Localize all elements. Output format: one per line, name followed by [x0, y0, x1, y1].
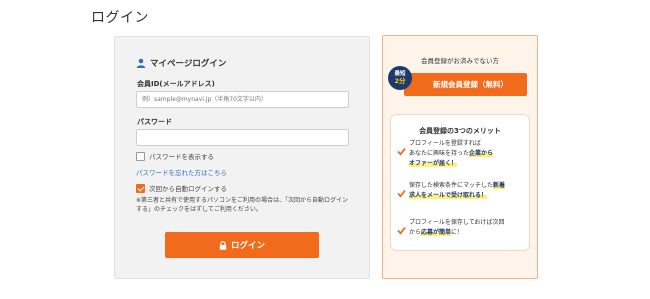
new-register-button[interactable]: 新規会員登録（無料）	[404, 73, 527, 96]
shared-pc-note: ※第三者と共有で使用するパソコンをご利用の場合は、「次回から自動ログインする」の…	[136, 197, 349, 213]
forgot-password-link[interactable]: パスワードを忘れた方はこちら	[136, 167, 227, 177]
email-field[interactable]	[136, 91, 349, 108]
login-button-label: ログイン	[230, 241, 265, 251]
lock-icon	[219, 240, 227, 250]
user-icon	[136, 58, 146, 68]
login-panel: マイページログイン 会員ID(メールアドレス) パスワード パスワードを表示する…	[114, 36, 370, 279]
merit-highlight: 応募が簡単	[421, 229, 452, 236]
auto-login-row[interactable]: 次回から自動ログインする	[136, 183, 227, 193]
login-button[interactable]: ログイン	[165, 232, 319, 258]
check-icon	[397, 189, 406, 198]
show-password-checkbox[interactable]	[136, 151, 145, 161]
check-icon	[397, 147, 406, 156]
merit-item: プロフィールを保存しておけば次回 から応募が簡単に！	[397, 218, 527, 238]
login-heading-label: マイページログイン	[150, 59, 227, 69]
login-heading: マイページログイン	[136, 57, 226, 69]
show-password-row[interactable]: パスワードを表示する	[136, 151, 214, 161]
merit-post: に！	[451, 229, 464, 236]
merit-text: 保存した検索条件にマッチした新着 求人をメールで受け取れる！	[409, 181, 506, 201]
merit-item: プロフィールを登録すれば あなたに興味を持った企業から オファーが届く！	[397, 139, 527, 169]
merit-pre: 保存した検索条件にマッチした	[409, 182, 494, 189]
email-label: 会員ID(メールアドレス)	[137, 80, 215, 88]
register-panel: 会員登録がお済みでない方 新規会員登録（無料） 最短 2分 会員登録の3つのメリ…	[382, 35, 538, 279]
auto-login-checkbox[interactable]	[136, 183, 145, 193]
register-title: 会員登録がお済みでない方	[421, 57, 499, 65]
merit-text: プロフィールを保存しておけば次回 から応募が簡単に！	[409, 218, 505, 238]
merit-item: 保存した検索条件にマッチした新着 求人をメールで受け取れる！	[397, 181, 527, 201]
merit-box: 会員登録の3つのメリット プロフィールを登録すれば あなたに興味を持った企業から…	[390, 114, 530, 251]
password-label: パスワード	[137, 118, 172, 126]
check-icon	[397, 226, 406, 235]
merit-title: 会員登録の3つのメリット	[419, 127, 501, 135]
time-badge-bottom: 2分	[394, 77, 406, 85]
auto-login-label: 次回から自動ログインする	[149, 185, 227, 193]
page-title: ログイン	[91, 10, 149, 26]
new-register-button-label: 新規会員登録（無料）	[433, 80, 508, 89]
show-password-label: パスワードを表示する	[149, 153, 214, 161]
merit-text: プロフィールを登録すれば あなたに興味を持った企業から オファーが届く！	[409, 139, 494, 169]
time-badge: 最短 2分	[388, 66, 412, 90]
password-field[interactable]	[136, 129, 349, 146]
